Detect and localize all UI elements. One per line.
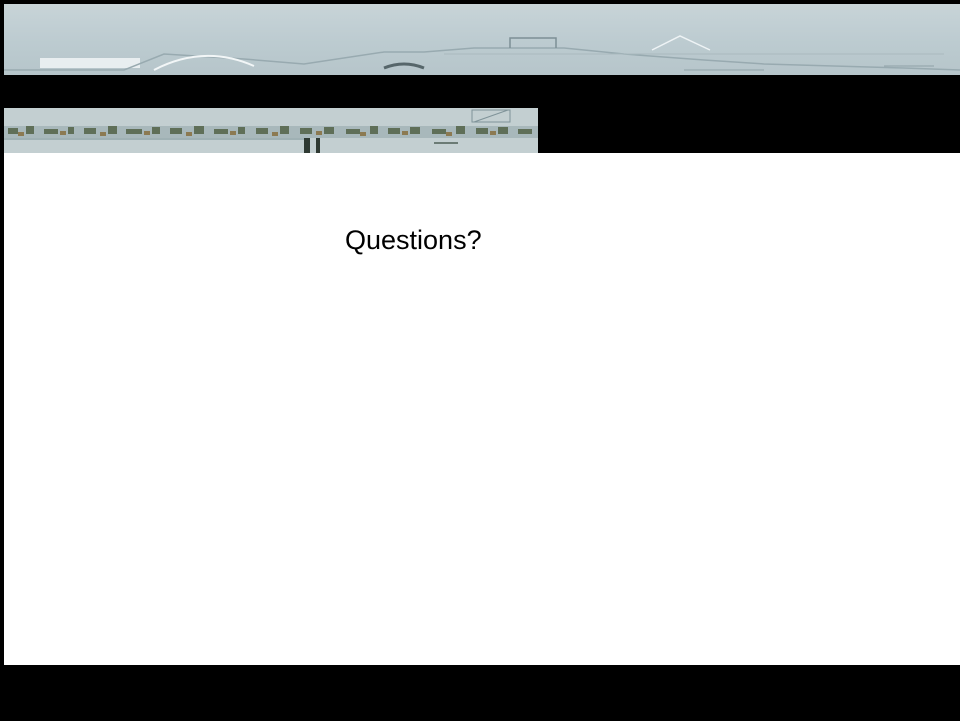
decorative-pattern [4,108,538,153]
decorative-line-art [4,35,960,71]
slide-header-decoration [4,4,960,75]
slide-footer-bar [0,665,960,721]
slide-title: Questions? [345,225,482,255]
slide-content-area: Questions? [4,153,960,665]
decorative-image-strip [4,108,538,153]
presentation-slide: Questions? [0,0,960,721]
